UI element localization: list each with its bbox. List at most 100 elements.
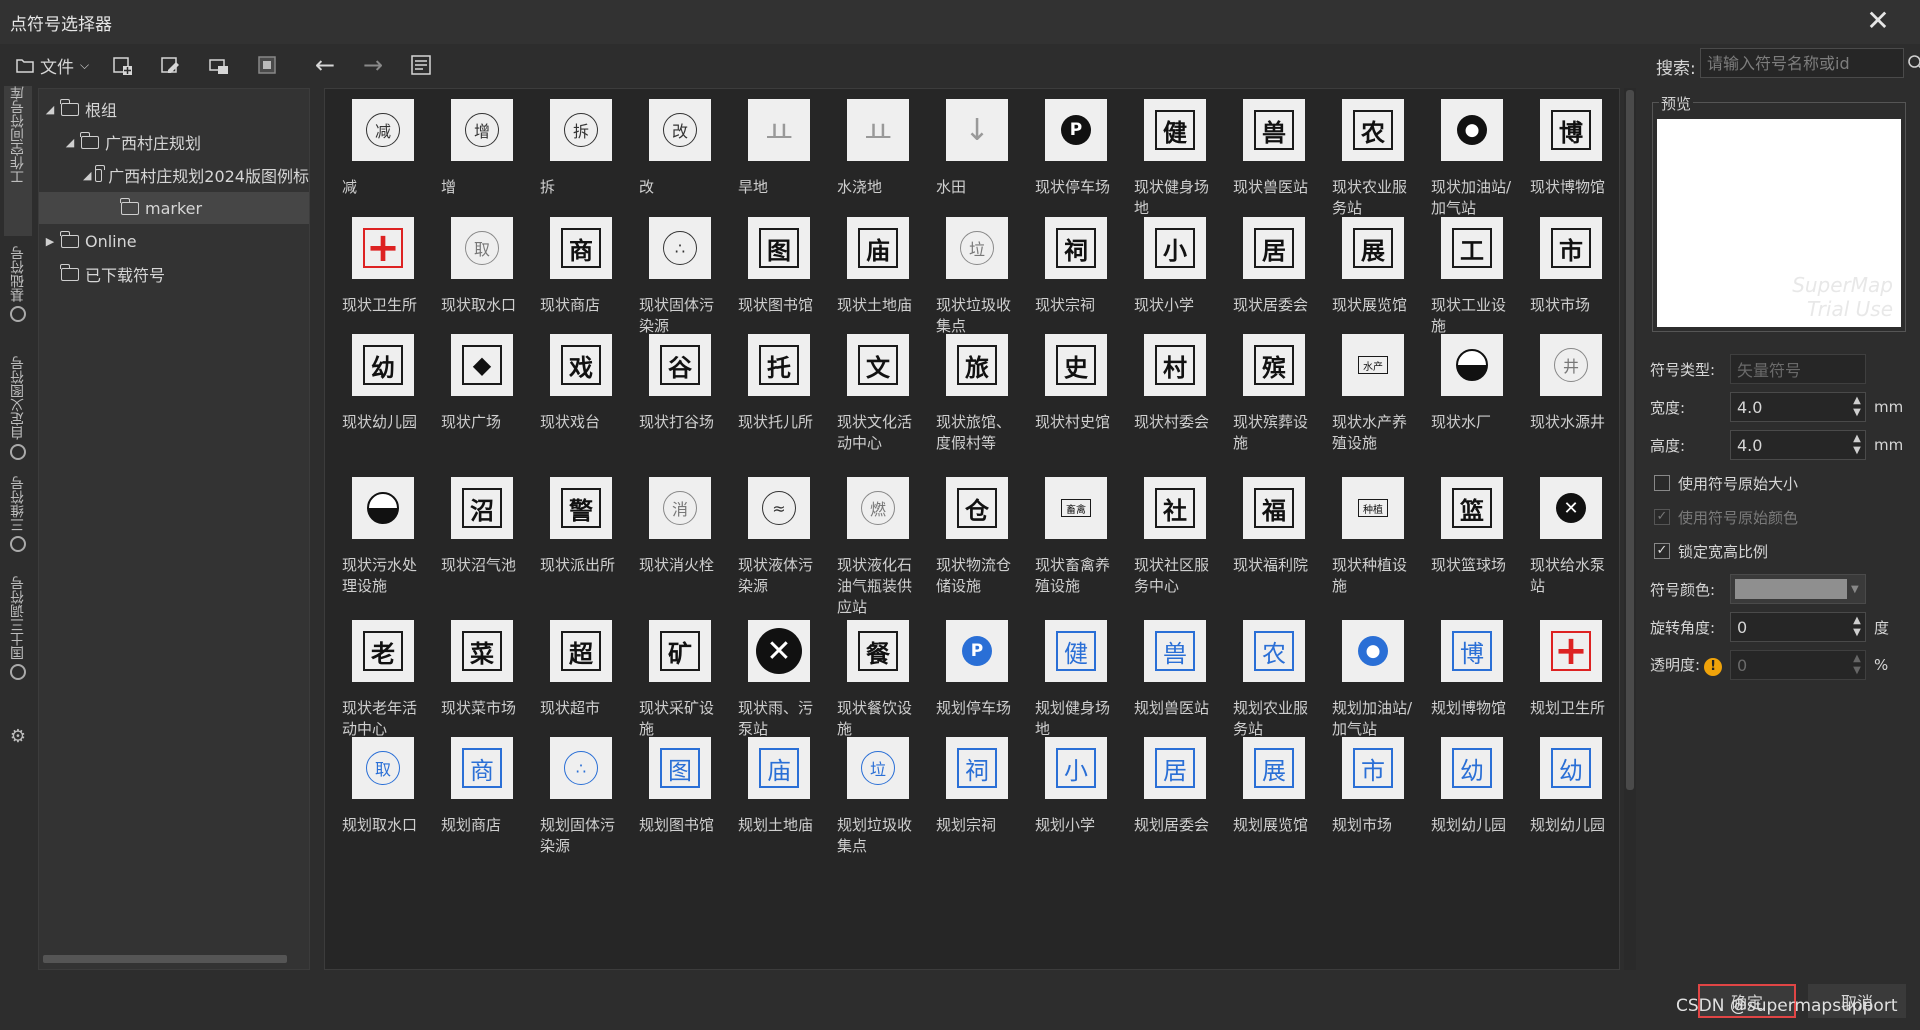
rotation-spinbox[interactable]: 0 ▲ ▼ xyxy=(1730,612,1866,642)
horizontal-scrollbar[interactable] xyxy=(43,955,287,963)
list-view-button[interactable] xyxy=(401,48,441,82)
symbol-item[interactable]: 水产 现状水产养殖设施 xyxy=(1327,334,1419,454)
search-input[interactable] xyxy=(1701,53,1907,73)
symbol-item[interactable]: 仓现状物流仓储设施 xyxy=(931,477,1023,597)
symbol-item[interactable]: 社现状社区服务中心 xyxy=(1129,477,1221,597)
symbol-item[interactable]: 井现状水源井 xyxy=(1525,334,1617,433)
symbol-item[interactable]: 史现状村史馆 xyxy=(1030,334,1122,433)
symbol-item[interactable]: ㅛ旱地 xyxy=(733,99,825,198)
tree-node[interactable]: marker xyxy=(39,192,309,224)
tab-basic-symbols[interactable]: 基础符号 xyxy=(4,246,32,346)
symbol-item[interactable]: 居规划居委会 xyxy=(1129,737,1221,836)
symbol-item[interactable]: 旅现状旅馆、度假村等 xyxy=(931,334,1023,454)
symbol-item[interactable]: 取规划取水口 xyxy=(337,737,429,836)
symbol-item[interactable]: P 规划停车场 xyxy=(931,620,1023,719)
symbol-item[interactable]: ◆ 现状广场 xyxy=(436,334,528,433)
tab-3d-symbols[interactable]: 三维符号 xyxy=(4,476,32,566)
symbol-item[interactable]: ● 现状加油站/加气站 xyxy=(1426,99,1518,219)
symbol-item[interactable]: ✕ 现状给水泵站 xyxy=(1525,477,1617,597)
expand-arrow-icon[interactable]: ◢ xyxy=(63,136,77,149)
lock-ratio-checkbox[interactable]: ✓ 锁定宽高比例 xyxy=(1654,538,1768,564)
symbol-item[interactable]: 展现状展览馆 xyxy=(1327,217,1419,316)
symbol-item[interactable]: 商现状商店 xyxy=(535,217,627,316)
expand-arrow-icon[interactable]: ◢ xyxy=(43,103,57,116)
symbol-item[interactable]: 博现状博物馆 xyxy=(1525,99,1617,198)
symbol-item[interactable]: 兽规划兽医站 xyxy=(1129,620,1221,719)
symbol-item[interactable]: 托现状托儿所 xyxy=(733,334,825,433)
symbol-item[interactable]: 图规划图书馆 xyxy=(634,737,726,836)
width-spinbox[interactable]: 4.0 ▲ ▼ xyxy=(1730,392,1866,422)
tab-custom-symbols[interactable]: 自定义图符号 xyxy=(4,356,32,466)
symbol-item[interactable]: 拆拆 xyxy=(535,99,627,198)
symbol-item[interactable]: ● 规划加油站/加气站 xyxy=(1327,620,1419,740)
symbol-item[interactable]: 商规划商店 xyxy=(436,737,528,836)
spin-arrows-icon[interactable]: ▲ ▼ xyxy=(1851,433,1863,457)
symbol-item[interactable]: 兽现状兽医站 xyxy=(1228,99,1320,198)
search-icon[interactable] xyxy=(1907,49,1920,77)
symbol-item[interactable]: 市规划市场 xyxy=(1327,737,1419,836)
symbol-item[interactable]: 小规划小学 xyxy=(1030,737,1122,836)
symbol-item[interactable]: 展规划展览馆 xyxy=(1228,737,1320,836)
symbol-item[interactable]: ✕ 现状雨、污泵站 xyxy=(733,620,825,740)
symbol-item[interactable]: 祠规划宗祠 xyxy=(931,737,1023,836)
tab-workspace-symbols[interactable]: 工作空间符号库 xyxy=(4,86,32,236)
symbol-item[interactable]: 篮现状篮球场 xyxy=(1426,477,1518,576)
symbol-item[interactable]: 超现状超市 xyxy=(535,620,627,719)
symbol-item[interactable]: ∴ 规划固体污染源 xyxy=(535,737,627,857)
spin-arrows-icon[interactable]: ▲ ▼ xyxy=(1851,395,1863,419)
collapse-arrow-icon[interactable]: ▶ xyxy=(43,235,57,248)
tree-node[interactable]: ◢ 根组 xyxy=(39,93,309,125)
symbol-item[interactable]: 消现状消火栓 xyxy=(634,477,726,576)
tab-land-survey-symbols[interactable]: 国土三调符号 xyxy=(4,576,32,696)
symbol-item[interactable]: ◓ 现状污水处理设施 xyxy=(337,477,429,597)
symbol-item[interactable]: 取现状取水口 xyxy=(436,217,528,316)
symbol-item[interactable]: ≈ 现状液体污染源 xyxy=(733,477,825,597)
symbol-item[interactable]: 博规划博物馆 xyxy=(1426,620,1518,719)
tree-node[interactable]: ▶ Online xyxy=(39,225,309,257)
file-menu-button[interactable]: 文件 ⌵ xyxy=(10,48,95,82)
symbol-item[interactable]: 祠现状宗祠 xyxy=(1030,217,1122,316)
symbol-item[interactable]: ↓ 水田 xyxy=(931,99,1023,198)
symbol-item[interactable]: P 现状停车场 xyxy=(1030,99,1122,198)
symbol-item[interactable]: 畜禽 现状畜禽养殖设施 xyxy=(1030,477,1122,597)
symbol-item[interactable]: 农规划农业服务站 xyxy=(1228,620,1320,740)
use-original-size-checkbox[interactable]: 使用符号原始大小 xyxy=(1654,470,1798,496)
checkbox-box[interactable] xyxy=(1654,475,1670,491)
new-symbol-button[interactable] xyxy=(103,48,143,82)
symbol-item[interactable]: 庙现状土地庙 xyxy=(832,217,924,316)
checkbox-box[interactable]: ✓ xyxy=(1654,509,1670,525)
symbol-item[interactable]: 增增 xyxy=(436,99,528,198)
symbol-item[interactable]: 餐现状餐饮设施 xyxy=(832,620,924,740)
tree-node[interactable]: 已下载符号 xyxy=(39,258,309,290)
symbol-color-picker[interactable]: ▼ xyxy=(1730,574,1866,604)
symbol-item[interactable]: + 规划卫生所 xyxy=(1525,620,1617,719)
symbol-item[interactable]: 燃现状液化石油气瓶装供应站 xyxy=(832,477,924,618)
symbol-item[interactable]: 老现状老年活动中心 xyxy=(337,620,429,740)
symbol-item[interactable]: 健现状健身场地 xyxy=(1129,99,1221,219)
symbol-item[interactable]: ㅛ水浇地 xyxy=(832,99,924,198)
use-original-color-checkbox[interactable]: ✓ 使用符号原始颜色 xyxy=(1654,504,1798,530)
symbol-item[interactable]: ∴ 现状固体污染源 xyxy=(634,217,726,337)
symbol-item[interactable]: 文现状文化活动中心 xyxy=(832,334,924,454)
symbol-item[interactable]: 戏现状戏台 xyxy=(535,334,627,433)
expand-arrow-icon[interactable]: ◢ xyxy=(83,169,91,182)
symbol-item[interactable]: 菜现状菜市场 xyxy=(436,620,528,719)
back-button[interactable]: ← xyxy=(305,48,345,82)
forward-button[interactable]: → xyxy=(353,48,393,82)
scrollbar-thumb[interactable] xyxy=(1626,90,1634,790)
symbol-item[interactable]: 小现状小学 xyxy=(1129,217,1221,316)
symbol-item[interactable]: 福现状福利院 xyxy=(1228,477,1320,576)
symbol-item[interactable]: 农现状农业服务站 xyxy=(1327,99,1419,219)
symbol-item[interactable]: 庙规划土地庙 xyxy=(733,737,825,836)
edit-symbol-button[interactable] xyxy=(151,48,191,82)
symbol-item[interactable]: 垃规划垃圾收集点 xyxy=(832,737,924,857)
symbol-item[interactable]: 沼现状沼气池 xyxy=(436,477,528,576)
tree-node[interactable]: ◢ 广西村庄规划 xyxy=(39,126,309,158)
symbol-item[interactable]: 警现状派出所 xyxy=(535,477,627,576)
symbol-item[interactable]: 居现状居委会 xyxy=(1228,217,1320,316)
symbol-item[interactable]: 幼规划幼儿园 xyxy=(1426,737,1518,836)
settings-button[interactable]: ⚙ xyxy=(4,726,32,752)
symbol-item[interactable]: 殡现状殡葬设施 xyxy=(1228,334,1320,454)
symbol-item[interactable]: + 现状卫生所 xyxy=(337,217,429,316)
close-icon[interactable]: ✕ xyxy=(1864,7,1892,36)
